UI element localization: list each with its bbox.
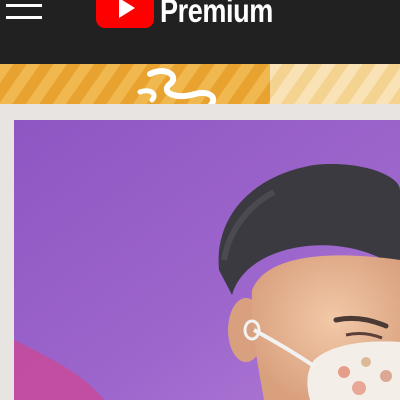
video-thumbnail[interactable] (14, 120, 400, 400)
top-app-bar: Premium (0, 0, 400, 64)
brand-text: Premium (160, 0, 273, 29)
hamburger-menu-icon[interactable] (6, 2, 42, 22)
thumbnail-image (14, 120, 400, 400)
youtube-play-logo-icon (96, 0, 154, 28)
youtube-premium-logo[interactable]: Premium (96, 0, 298, 30)
